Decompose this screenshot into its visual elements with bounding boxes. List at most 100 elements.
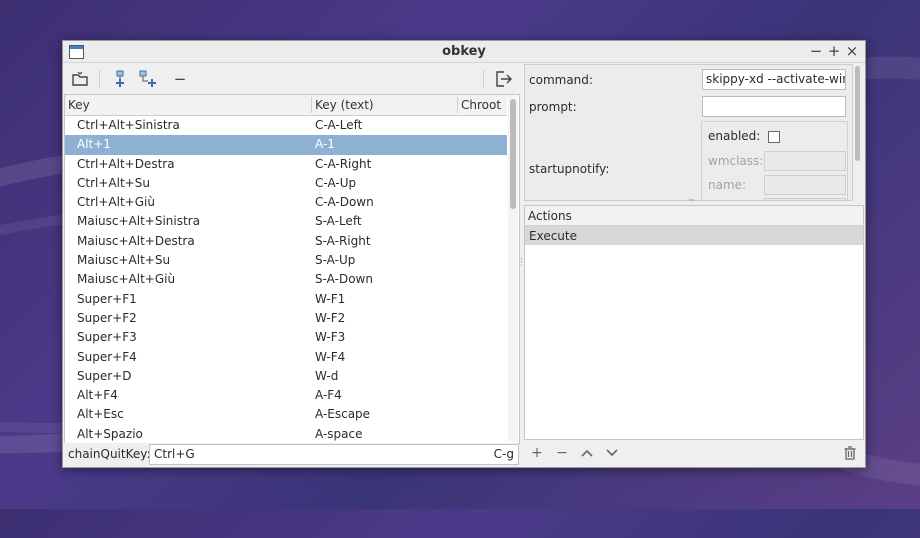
chain-quit-key-input[interactable]: Ctrl+G C-g	[149, 444, 519, 465]
prompt-label: prompt:	[529, 100, 577, 114]
key-text-cell: W-d	[315, 368, 339, 383]
table-row[interactable]: Ctrl+Alt+Destra C-A-Right	[65, 155, 507, 174]
wmclass-input[interactable]	[764, 151, 846, 171]
key-text-cell: C-A-Down	[315, 195, 374, 210]
key-cell: Maiusc+Alt+Destra	[77, 233, 195, 248]
maximize-button[interactable]: +	[827, 42, 841, 60]
startupnotify-group: enabled: wmclass: name:	[701, 121, 848, 200]
actions-toolbar: + −	[523, 441, 863, 465]
command-input[interactable]: skippy-xd --activate-wind	[702, 69, 846, 90]
add-action-button[interactable]: +	[528, 444, 546, 462]
toolbar: −	[63, 63, 521, 93]
table-row[interactable]: Alt+Spazio A-space	[65, 425, 507, 443]
table-row[interactable]: Ctrl+Alt+Su C-A-Up	[65, 174, 507, 193]
add-child-icon[interactable]	[135, 67, 161, 91]
key-cell: Super+F1	[77, 291, 137, 306]
table-row[interactable]: Alt+F4 A-F4	[65, 386, 507, 405]
key-text-cell: S-A-Right	[315, 233, 371, 248]
table-row[interactable]: Maiusc+Alt+Sinistra S-A-Left	[65, 212, 507, 231]
startupnotify-label: startupnotify:	[529, 162, 610, 176]
table-row[interactable]: Super+D W-d	[65, 367, 507, 386]
key-text-cell: W-F2	[315, 310, 346, 325]
key-text-cell: A-Escape	[315, 407, 371, 422]
table-row[interactable]: Super+F1 W-F1	[65, 290, 507, 309]
table-row[interactable]: Maiusc+Alt+Destra S-A-Right	[65, 232, 507, 251]
action-item-execute[interactable]: Execute	[525, 226, 863, 245]
enabled-label: enabled:	[708, 129, 761, 143]
key-text-cell: A-space	[315, 426, 363, 441]
enabled-checkbox[interactable]	[768, 131, 780, 143]
chain-quit-bar: chainQuitKey: Ctrl+G C-g	[64, 443, 519, 465]
key-text-cell: C-A-Right	[315, 156, 372, 171]
table-row[interactable]: Ctrl+Alt+Sinistra C-A-Left	[65, 116, 507, 135]
properties-scrollbar[interactable]	[853, 64, 861, 199]
table-row[interactable]: Alt+Esc A-Escape	[65, 405, 507, 424]
key-text-cell: W-F1	[315, 291, 346, 306]
table-row[interactable]: Maiusc+Alt+Su S-A-Up	[65, 251, 507, 270]
window-title: obkey	[442, 44, 486, 59]
table-row[interactable]: Maiusc+Alt+Giù S-A-Down	[65, 270, 507, 289]
name-input[interactable]	[764, 175, 846, 195]
move-up-button[interactable]	[578, 444, 596, 462]
close-button[interactable]: ×	[845, 42, 859, 60]
icon-input[interactable]	[764, 198, 846, 200]
key-cell: Alt+1	[77, 137, 111, 152]
table-row[interactable]: Super+F2 W-F2	[65, 309, 507, 328]
table-row[interactable]: Super+F4 W-F4	[65, 348, 507, 367]
add-sibling-icon[interactable]	[107, 67, 133, 91]
key-cell: Super+D	[77, 368, 132, 383]
table-row[interactable]: Super+F3 W-F3	[65, 328, 507, 347]
actions-list[interactable]: Actions Execute	[524, 205, 864, 440]
key-cell: Maiusc+Alt+Sinistra	[77, 214, 200, 229]
title-bar[interactable]: obkey − + ×	[63, 41, 865, 63]
key-cell: Super+F3	[77, 330, 137, 345]
trash-icon	[844, 446, 856, 460]
key-text-cell: C-A-Left	[315, 118, 363, 132]
key-cell: Ctrl+Alt+Giù	[77, 195, 155, 210]
prompt-input[interactable]	[702, 96, 846, 117]
actions-header: Actions	[525, 206, 863, 226]
minimize-button[interactable]: −	[809, 42, 823, 60]
key-cell: Maiusc+Alt+Su	[77, 253, 171, 268]
remove-action-button[interactable]: −	[553, 444, 571, 462]
remove-icon[interactable]: −	[167, 67, 193, 91]
actions-header-label: Actions	[528, 209, 572, 223]
key-cell: Maiusc+Alt+Giù	[77, 272, 176, 287]
open-folder-icon[interactable]	[67, 67, 93, 91]
key-text-cell: A-F4	[315, 388, 342, 403]
name-label: name:	[708, 178, 747, 192]
toolbar-separator	[483, 70, 484, 88]
command-value: skippy-xd --activate-wind	[706, 72, 846, 86]
properties-scrollbar-thumb[interactable]	[855, 66, 860, 161]
key-text-cell: S-A-Down	[315, 272, 373, 287]
chain-quit-key-text: C-g	[493, 447, 514, 461]
chain-quit-key-label: chainQuitKey:	[68, 447, 151, 461]
keybinding-list[interactable]: Key Key (text) Chroot Ctrl+Alt+Sinistra C…	[64, 94, 520, 444]
quit-icon[interactable]	[491, 67, 517, 91]
key-cell: Alt+F4	[77, 388, 118, 403]
key-text-cell: W-F4	[315, 349, 346, 364]
table-row[interactable]: Alt+1 A-1	[65, 135, 507, 155]
column-header-key-text[interactable]: Key (text)	[315, 98, 374, 112]
table-row[interactable]: Ctrl+Alt+Giù C-A-Down	[65, 193, 507, 212]
key-cell: Ctrl+Alt+Sinistra	[77, 118, 180, 132]
column-header-key[interactable]: Key	[68, 98, 90, 112]
key-cell: Alt+Spazio	[77, 426, 143, 441]
key-cell: Ctrl+Alt+Su	[77, 175, 150, 190]
clear-actions-button[interactable]	[841, 444, 859, 462]
column-header-chroot[interactable]: Chroot	[461, 98, 501, 112]
right-panel: command: skippy-xd --activate-wind promp…	[523, 63, 864, 465]
key-text-cell: S-A-Up	[315, 253, 356, 268]
list-scrollbar-thumb[interactable]	[510, 99, 516, 209]
chevron-up-icon	[581, 449, 593, 457]
column-divider	[457, 97, 458, 113]
action-item-label: Execute	[529, 229, 577, 243]
obkey-window: obkey − + × − Key Key (text) Chroot Ctrl…	[62, 40, 866, 468]
keybinding-rows: Ctrl+Alt+Sinistra C-A-Left Alt+1 A-1 Ctrl+Al…	[65, 116, 507, 443]
key-cell: Ctrl+Alt+Destra	[77, 156, 175, 171]
move-down-button[interactable]	[603, 444, 621, 462]
key-text-cell: A-1	[315, 137, 335, 152]
command-label: command:	[529, 73, 593, 87]
list-scrollbar[interactable]	[508, 95, 518, 441]
key-text-cell: W-F3	[315, 330, 346, 345]
